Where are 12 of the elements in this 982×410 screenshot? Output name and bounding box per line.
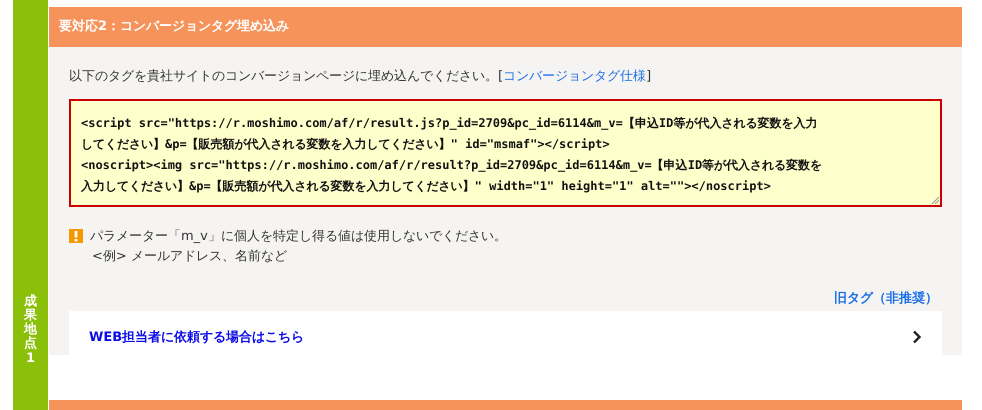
spec-link[interactable]: コンバージョンタグ仕様 [503, 69, 646, 84]
request-link[interactable]: WEB担当者に依頼する場合はこちら [89, 328, 304, 346]
section-label: 成果地点1 [24, 294, 37, 366]
example-text: <例> メールアドレス、名前など [92, 248, 288, 266]
code-field[interactable]: <script src="https://r.moshimo.com/af/r/result.js?p_id=2709&pc_id=6114&m_v=【申込ID等が代入される変数を入力 してください】&p=【販売額が代入される変数を入力してください】" id="msmaf"></script> <noscript><img src="https://r.moshimo.com/af/r/result?p_id=2709&pc_id=6114&m_v=【申込ID等が代入される変数を 入力してください】&p=【販売額が代入される変数を入力してください】" width="1" height="1" alt=""></noscript> [69, 99, 942, 207]
warning-icon [69, 229, 83, 243]
old-tag-link[interactable]: 旧タグ（非推奨） [834, 289, 938, 309]
instruction-text: 以下のタグを貴社サイトのコンバージョンページに埋め込んでください。[コンバージョンタグ仕様] [69, 68, 652, 85]
warning-text: パラメーター「m_v」に個人を特定し得る値は使用しないでください。 [90, 228, 507, 246]
panel-header: 要対応2：コンバージョンタグ埋め込み [49, 7, 962, 47]
chevron-right-icon [912, 330, 922, 344]
resize-grip-icon[interactable] [931, 196, 939, 204]
